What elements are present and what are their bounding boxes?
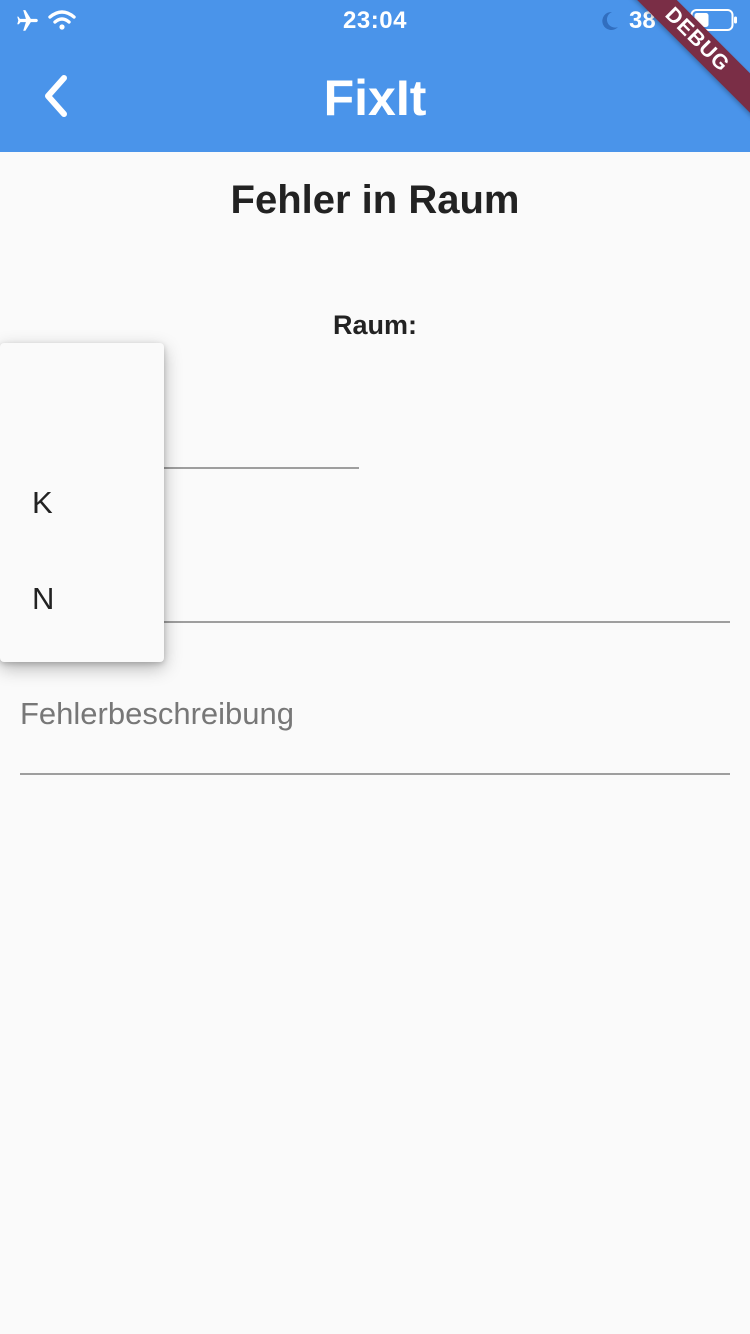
- popup-menu: K N: [0, 343, 164, 662]
- description-field-underline: [20, 773, 730, 775]
- app-bar: 23:04 38 % FixIt DEBUG: [0, 0, 750, 152]
- description-field: [20, 692, 730, 775]
- popup-menu-item[interactable]: N: [0, 551, 164, 647]
- debug-banner: DEBUG: [620, 0, 750, 130]
- description-input[interactable]: [20, 692, 730, 736]
- page-title: Fehler in Raum: [230, 178, 520, 222]
- debug-banner-label: DEBUG: [620, 0, 750, 118]
- raum-label: Raum:: [332, 310, 417, 340]
- popup-menu-item[interactable]: K: [0, 455, 164, 551]
- moon-icon: [602, 11, 618, 30]
- popup-menu-item[interactable]: [0, 359, 164, 455]
